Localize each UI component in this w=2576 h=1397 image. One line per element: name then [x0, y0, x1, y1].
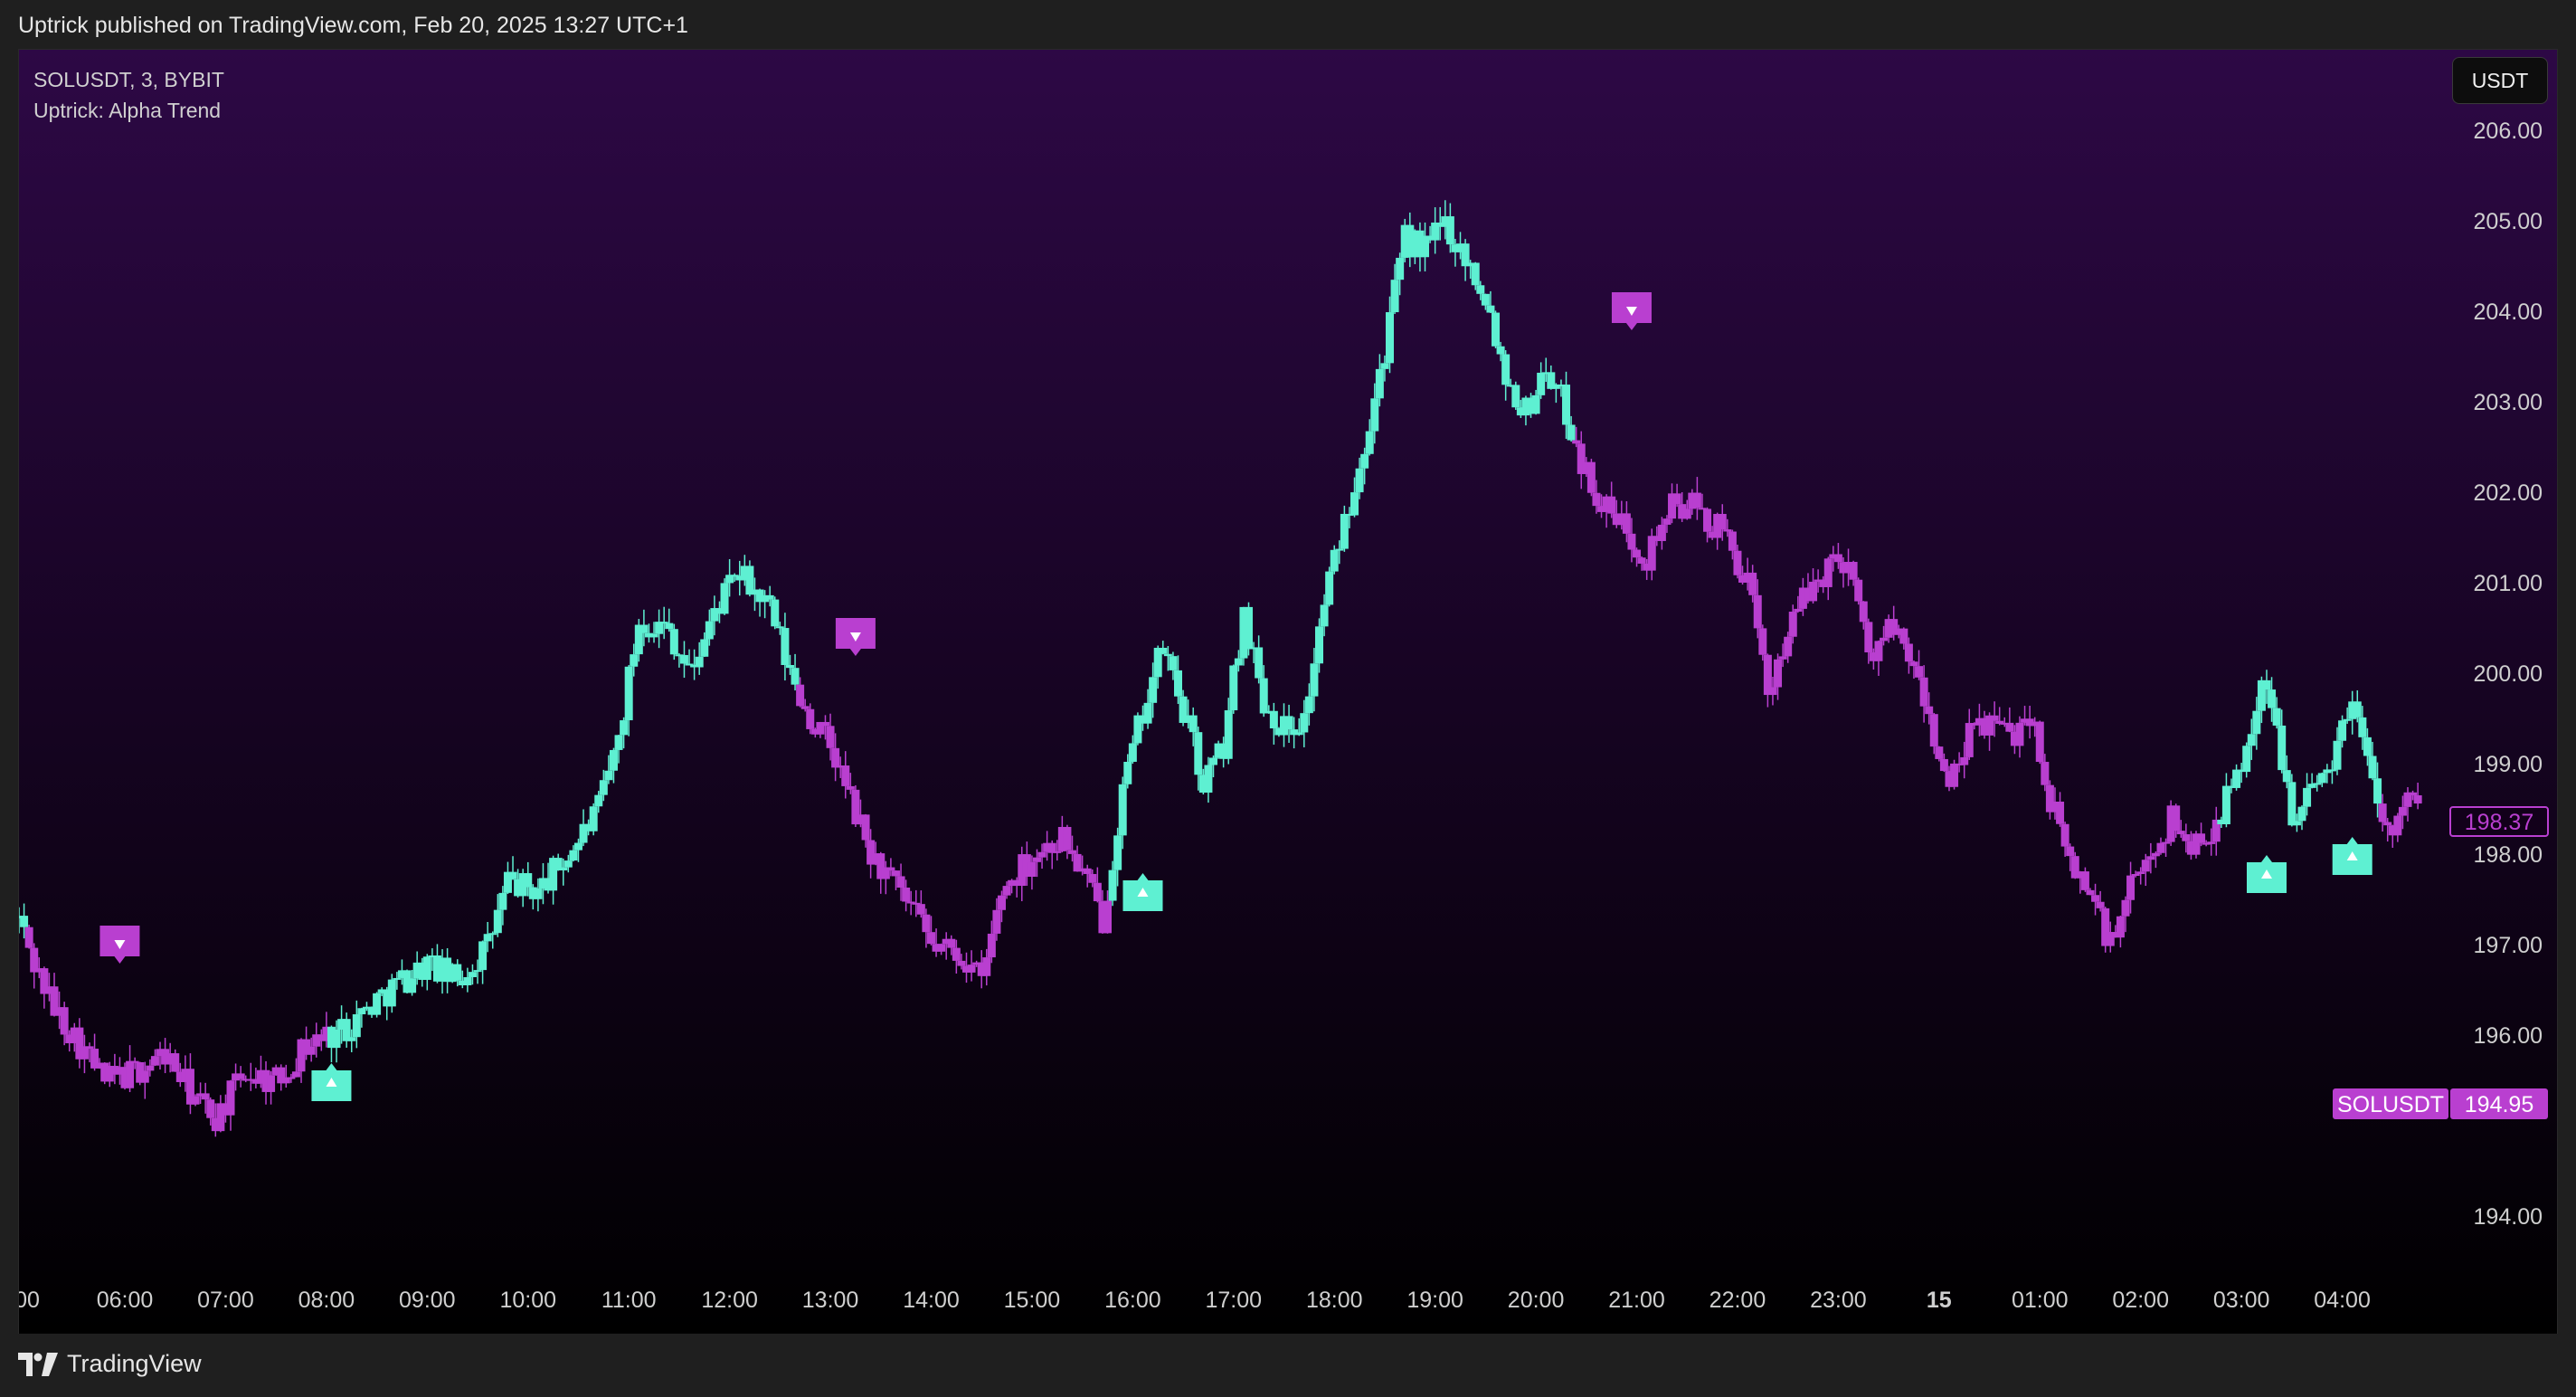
y-tick-label: 203.00: [2474, 390, 2543, 415]
svg-text:194.95: 194.95: [2465, 1092, 2533, 1117]
x-tick-label: 06:00: [97, 1288, 154, 1313]
x-tick-label: 15: [1927, 1288, 1952, 1313]
legend-symbol[interactable]: SOLUSDT, 3, BYBIT: [33, 64, 224, 95]
x-tick-label: 22:00: [1709, 1288, 1766, 1313]
tradingview-logo[interactable]: TradingView: [18, 1350, 202, 1378]
symbol-price-label: SOLUSDT 194.95: [2333, 1088, 2548, 1119]
candle: [2035, 720, 2044, 765]
x-tick-label: 20:00: [1508, 1288, 1565, 1313]
candle: [1492, 310, 1501, 348]
candle: [1586, 459, 1596, 497]
x-tick-label: 02:00: [2112, 1288, 2169, 1313]
x-tick-label: 04:00: [2314, 1288, 2371, 1313]
x-tick-label: 16:00: [1104, 1288, 1161, 1313]
candle: [589, 803, 598, 836]
x-tick-label: 14:00: [903, 1288, 960, 1313]
x-tick-label: :00: [19, 1288, 40, 1313]
y-tick-label: 194.00: [2474, 1204, 2543, 1230]
footer: TradingView: [0, 1334, 2576, 1397]
published-text: Uptrick published on TradingView.com, Fe…: [18, 13, 688, 38]
y-tick-label: 205.00: [2474, 209, 2543, 234]
y-tick-label: 198.00: [2474, 842, 2543, 868]
candle: [24, 924, 33, 949]
publish-header: Uptrick published on TradingView.com, Fe…: [0, 0, 2576, 49]
candle: [1511, 381, 1520, 411]
y-tick-label: 197.00: [2474, 933, 2543, 958]
x-tick-label: 18:00: [1306, 1288, 1363, 1313]
x-tick-label: 11:00: [601, 1288, 657, 1313]
x-tick-label: 01:00: [2012, 1288, 2069, 1313]
x-tick-label: 10:00: [499, 1288, 556, 1313]
last-price-label: 198.37: [2449, 806, 2549, 837]
svg-text:SOLUSDT: SOLUSDT: [2337, 1092, 2444, 1117]
legend-indicator[interactable]: Uptrick: Alpha Trend: [33, 95, 224, 126]
x-tick-label: 21:00: [1608, 1288, 1665, 1313]
svg-text:198.37: 198.37: [2465, 810, 2533, 835]
x-tick-label: 13:00: [802, 1288, 859, 1313]
currency-button[interactable]: USDT: [2452, 57, 2548, 104]
candle: [771, 596, 780, 630]
chart-legend[interactable]: SOLUSDT, 3, BYBIT Uptrick: Alpha Trend: [33, 64, 224, 126]
y-tick-label: 204.00: [2474, 299, 2543, 325]
x-tick-label: 08:00: [298, 1288, 355, 1313]
y-tick-label: 201.00: [2474, 571, 2543, 596]
candle: [1854, 577, 1863, 605]
chart-background: [19, 50, 2557, 1335]
chart-area[interactable]: 194.00 196.00 197.00 198.00 199.00 200.00 201.…: [18, 49, 2558, 1335]
x-tick-label: 17:00: [1206, 1288, 1263, 1313]
y-tick-label: 206.00: [2474, 119, 2543, 144]
x-tick-label: 19:00: [1406, 1288, 1463, 1313]
y-tick-label: 200.00: [2474, 661, 2543, 687]
x-tick-label: 23:00: [1810, 1288, 1867, 1313]
x-tick-label: 03:00: [2213, 1288, 2270, 1313]
y-tick-label: 202.00: [2474, 480, 2543, 506]
y-tick-label: 196.00: [2474, 1023, 2543, 1049]
candle: [373, 992, 382, 1018]
tradingview-logo-icon: [18, 1352, 58, 1376]
brand-name: TradingView: [67, 1350, 202, 1377]
candle: [720, 578, 729, 615]
x-tick-label: 07:00: [197, 1288, 254, 1313]
candle: [1325, 566, 1334, 607]
candle: [669, 623, 678, 660]
x-tick-label: 15:00: [1004, 1288, 1061, 1313]
x-tick-label: 12:00: [701, 1288, 758, 1313]
candle: [1229, 664, 1238, 714]
x-tick-label: 09:00: [399, 1288, 456, 1313]
y-tick-label: 199.00: [2474, 752, 2543, 777]
candlestick-chart[interactable]: 194.00 196.00 197.00 198.00 199.00 200.00 201.…: [19, 50, 2557, 1335]
